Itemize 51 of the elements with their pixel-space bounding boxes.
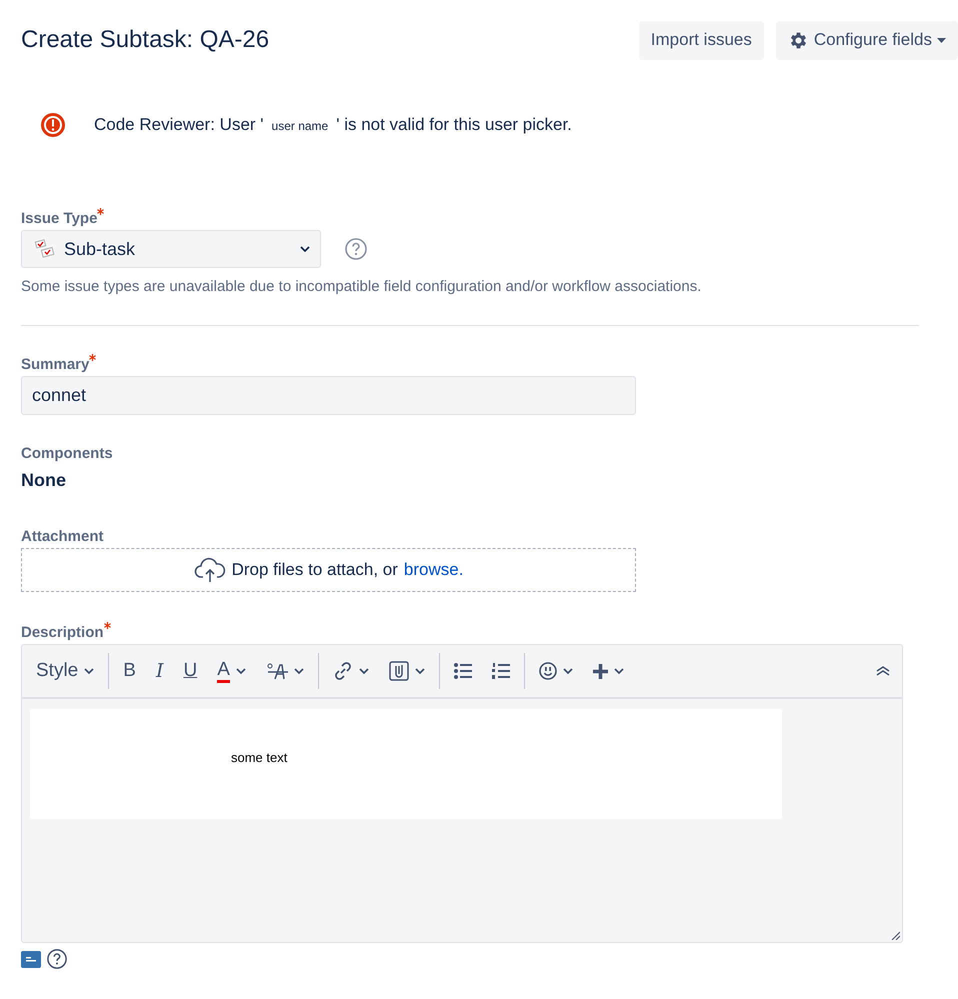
drop-zone[interactable]: Drop files to attach, or browse. [21, 548, 636, 592]
link-button[interactable] [332, 661, 369, 681]
field-label: Description [21, 624, 937, 641]
field-label: Components [21, 445, 114, 462]
helper-text: Some issue types are unavailable due to incompatible field configuration and/or workflow associations. [21, 278, 702, 295]
text-color-button[interactable]: A [217, 660, 246, 682]
page-title: Create Subtask: QA-26 [21, 26, 270, 54]
description-editor[interactable]: Style B I U A some text [21, 644, 903, 943]
link-icon [332, 661, 353, 681]
emoji-button[interactable] [538, 662, 573, 680]
error-message: Code Reviewer: User ' user name ' is not valid for this user picker. [94, 115, 572, 135]
field-label: Summary [21, 356, 937, 373]
editor-text: some text [30, 709, 782, 819]
summary-input[interactable]: connet [21, 376, 636, 415]
plus-icon [592, 664, 608, 678]
caret-icon [937, 38, 946, 42]
paperclip-icon [388, 661, 409, 681]
field-value: None [21, 470, 67, 492]
text-mode-icon[interactable] [21, 950, 41, 968]
bold-button[interactable]: B [123, 660, 136, 682]
chevron-down-icon [562, 668, 573, 674]
chevron-down-icon [84, 668, 94, 674]
error-icon [40, 112, 66, 138]
issue-type-select[interactable]: Sub-task [21, 230, 321, 268]
chevron-down-icon [294, 668, 304, 674]
drop-text: Drop files to attach, or [232, 560, 398, 580]
import-issues-button[interactable]: Import issues [638, 20, 764, 60]
chevron-down-icon [358, 668, 369, 674]
style-dropdown[interactable]: Style [36, 660, 94, 682]
bullet-list-icon[interactable] [454, 663, 472, 679]
browse-link[interactable]: browse. [404, 560, 464, 580]
chevron-down-icon [614, 668, 624, 674]
cloud-upload-icon [194, 557, 226, 583]
field-label: Issue Type [21, 210, 937, 227]
configure-fields-button[interactable]: Configure fields [776, 20, 958, 60]
font-size-icon [266, 662, 288, 680]
insert-button[interactable] [592, 664, 624, 678]
subtask-icon [34, 238, 56, 260]
chevron-down-icon [300, 246, 310, 252]
resize-handle-icon[interactable] [891, 931, 900, 940]
italic-button[interactable]: I [156, 660, 164, 682]
smiley-icon [538, 662, 557, 680]
attachment-button[interactable] [388, 661, 425, 681]
chevron-down-icon [236, 668, 246, 674]
text-size-button[interactable] [266, 662, 304, 680]
collapse-icon[interactable] [876, 666, 890, 676]
field-label: Attachment [21, 528, 105, 545]
chevron-down-icon [414, 668, 425, 674]
numbered-list-icon[interactable] [492, 663, 510, 679]
help-icon[interactable] [47, 949, 67, 969]
underline-button[interactable]: U [183, 660, 198, 682]
